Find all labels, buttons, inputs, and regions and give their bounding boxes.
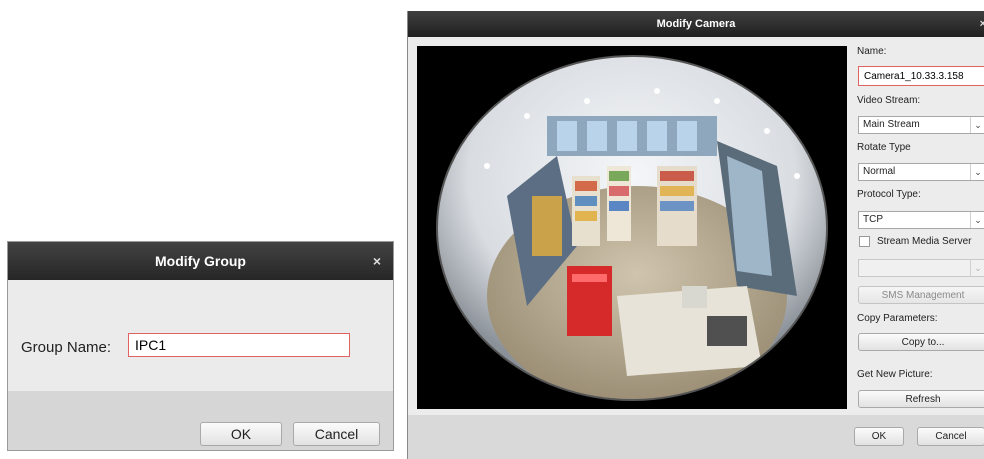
group-ok-button[interactable]: OK (200, 422, 282, 446)
rotate-type-select[interactable]: Normal ⌄ (858, 163, 984, 181)
camera-name-input[interactable] (858, 66, 984, 86)
modify-camera-dialog: Modify Camera × Name: Camera1_10.33.3.15… (407, 11, 984, 459)
camera-dialog-title: Modify Camera (656, 18, 736, 30)
group-dialog-titlebar[interactable]: Modify Group × (8, 242, 393, 280)
chevron-down-icon: ⌄ (970, 164, 984, 180)
rotate-type-label: Rotate Type (857, 142, 911, 153)
name-label: Name: (857, 46, 887, 57)
close-icon[interactable]: × (373, 242, 381, 280)
modify-group-dialog: Modify Group × Group Name: OK Cancel (7, 241, 394, 451)
chevron-down-icon: ⌄ (970, 212, 984, 228)
camera-dialog-footer: OK Cancel (408, 415, 984, 459)
stream-media-server-row: Stream Media Server (859, 236, 971, 247)
get-new-picture-label: Get New Picture: (857, 369, 933, 380)
stream-media-server-checkbox[interactable] (859, 236, 870, 247)
stream-media-server-select: ⌄ (858, 259, 984, 277)
camera-ok-button[interactable]: OK (854, 427, 904, 446)
group-dialog-body: Group Name: (8, 280, 393, 391)
group-name-input[interactable] (128, 333, 350, 357)
group-cancel-button[interactable]: Cancel (293, 422, 380, 446)
camera-cancel-button[interactable]: Cancel (917, 427, 984, 446)
video-stream-label: Video Stream: (857, 95, 921, 106)
chevron-down-icon: ⌄ (970, 117, 984, 133)
video-stream-value: Main Stream (863, 119, 920, 130)
protocol-type-select[interactable]: TCP ⌄ (858, 211, 984, 229)
sms-management-button: SMS Management (858, 286, 984, 304)
fisheye-store-picture (417, 46, 847, 409)
copy-to-button[interactable]: Copy to... (858, 333, 984, 351)
group-dialog-footer: OK Cancel (8, 391, 393, 450)
camera-dialog-body: Name: Video Stream: Main Stream ⌄ Rotate… (408, 37, 984, 415)
close-icon[interactable]: × (980, 11, 984, 37)
group-name-label: Group Name: (21, 339, 112, 356)
group-dialog-title: Modify Group (155, 253, 246, 269)
protocol-type-value: TCP (863, 214, 883, 225)
chevron-down-icon: ⌄ (970, 260, 984, 276)
camera-preview-image (417, 46, 847, 409)
protocol-type-label: Protocol Type: (857, 189, 921, 200)
refresh-button[interactable]: Refresh (858, 390, 984, 408)
video-stream-select[interactable]: Main Stream ⌄ (858, 116, 984, 134)
stream-media-server-label: Stream Media Server (877, 236, 972, 248)
rotate-type-value: Normal (863, 166, 896, 177)
camera-dialog-titlebar[interactable]: Modify Camera × (408, 11, 984, 37)
copy-parameters-label: Copy Parameters: (857, 313, 938, 324)
